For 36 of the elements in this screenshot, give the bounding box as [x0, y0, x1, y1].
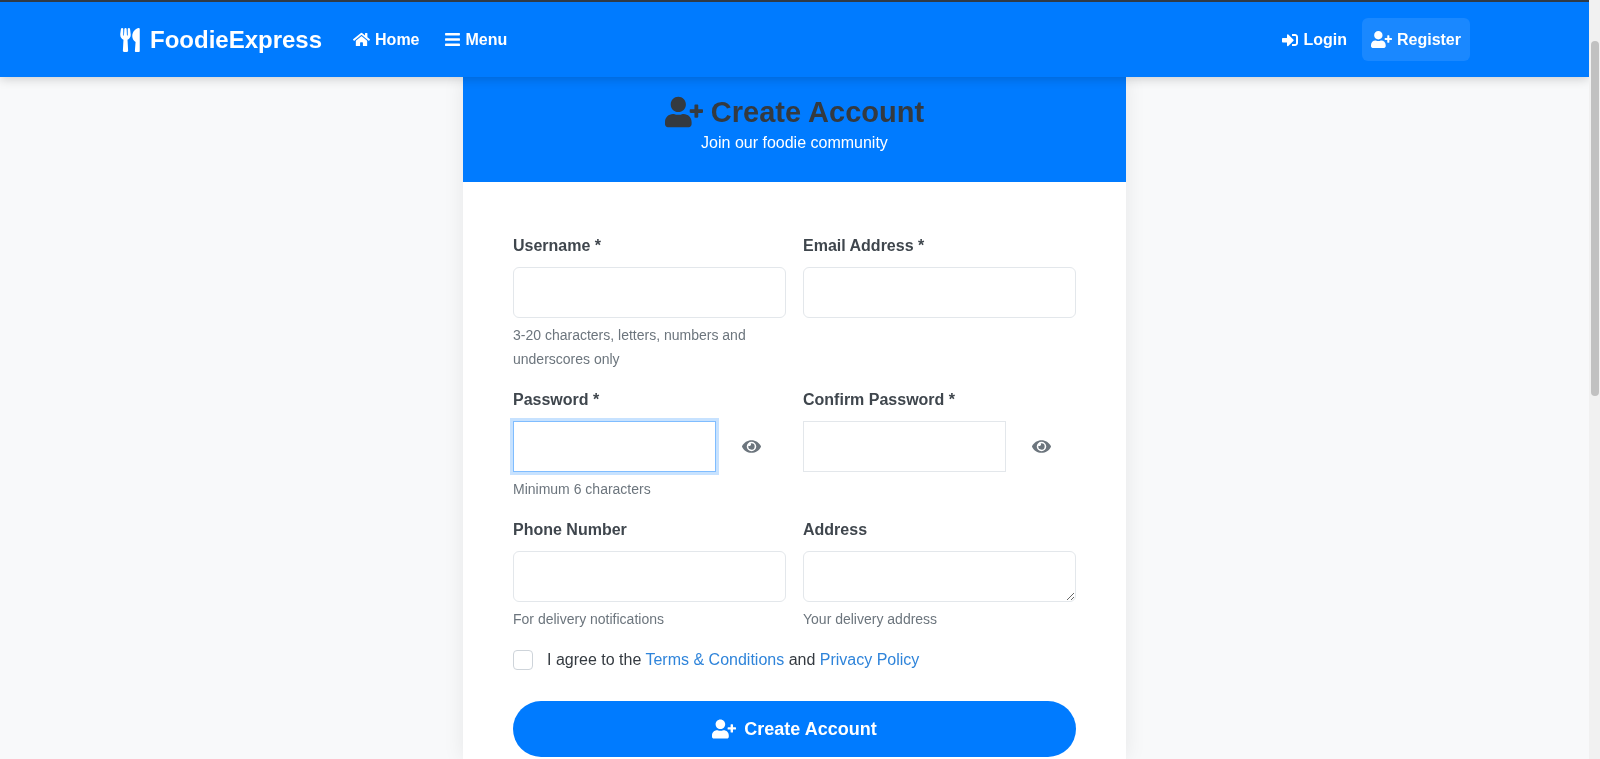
field-label: Email Address * [803, 236, 926, 256]
field-label: Confirm Password * [803, 390, 957, 410]
field-label: Password * [513, 390, 601, 410]
card-title: Create Account [710, 95, 925, 130]
menu-icon [443, 31, 461, 48]
text-link[interactable]: Terms & Conditions [645, 651, 785, 668]
text-link[interactable]: Privacy Policy [819, 651, 920, 668]
eye-icon [741, 437, 761, 456]
help-text: For delivery notifications [513, 610, 665, 629]
nav-link[interactable]: Home [344, 19, 429, 60]
nav-link[interactable]: Login [1273, 19, 1356, 60]
agreement-text: I agree to the Terms & Conditions and Privacy Policy [547, 650, 920, 670]
password-input-field[interactable] [513, 421, 716, 472]
card-subtitle: Join our foodie community [701, 133, 888, 153]
field-label: Address [803, 520, 869, 540]
brand-link[interactable]: FoodieExpress [118, 25, 323, 54]
scrollbar-thumb[interactable] [1590, 41, 1599, 396]
eye-icon [1031, 437, 1051, 456]
help-text: Minimum 6 characters [513, 480, 652, 499]
sign-in-icon [1282, 31, 1299, 48]
nav-link[interactable]: Register [1361, 18, 1470, 61]
nav-link[interactable]: Menu [434, 19, 517, 60]
text-input-field[interactable] [513, 551, 786, 602]
help-text: 3-20 characters, letters, numbers and underscores only [513, 326, 747, 369]
user-plus-icon [712, 717, 737, 741]
help-text: Your delivery address [803, 610, 939, 629]
fork-knife-icon [118, 27, 142, 52]
field-label: Phone Number [513, 520, 628, 540]
field-label: Username * [513, 236, 603, 256]
agree-checkbox[interactable] [513, 650, 533, 670]
house-icon [353, 31, 371, 48]
create-account-button[interactable]: Create Account [513, 701, 1076, 757]
text-input-field[interactable] [803, 267, 1076, 318]
textarea-field[interactable] [803, 551, 1076, 602]
text-input-field[interactable] [513, 267, 786, 318]
user-plus-icon [1370, 29, 1392, 50]
